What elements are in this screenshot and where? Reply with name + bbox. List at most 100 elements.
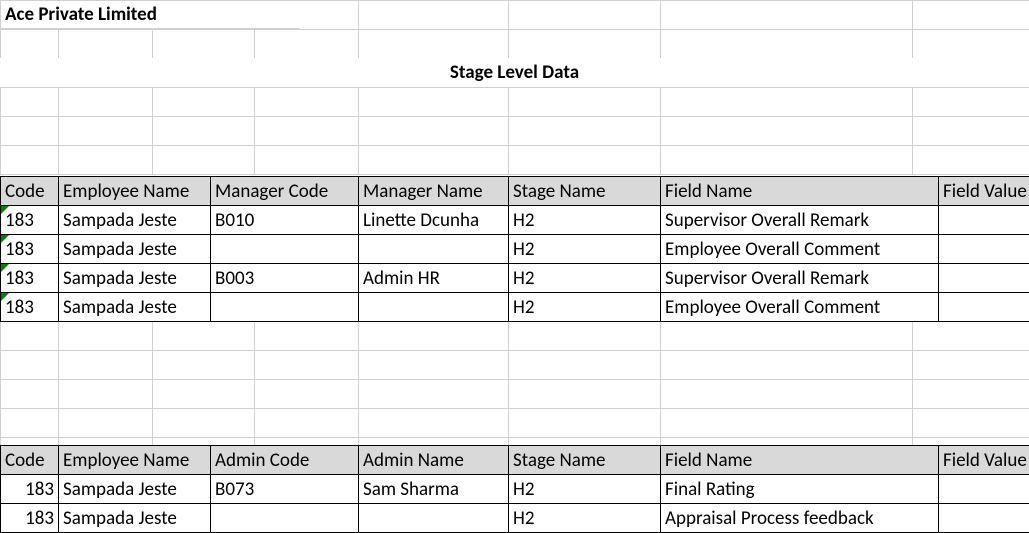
t2-r1-emp: Sampada Jeste <box>58 503 211 533</box>
t2-r0-fname: Final Rating <box>660 474 939 504</box>
t1-r0-fname: Supervisor Overall Remark <box>660 205 939 235</box>
grid-cell <box>254 379 359 409</box>
t1-r1-fname: Employee Overall Comment <box>660 234 939 264</box>
t1-header-3: Manager Name <box>358 176 509 206</box>
grid-cell <box>152 29 255 59</box>
grid-cell <box>912 29 1029 59</box>
grid-cell <box>58 29 153 59</box>
t2-header-2: Admin Code <box>210 445 359 475</box>
t1-r0-code: 183 <box>0 205 59 235</box>
t2-r1-stage: H2 <box>508 503 661 533</box>
grid-cell <box>254 321 359 351</box>
grid-cell <box>912 0 1029 30</box>
t2-r1-code: 183 <box>0 503 59 533</box>
grid-cell <box>660 408 913 438</box>
t2-header-6: Field Value <box>938 445 1029 475</box>
grid-cell <box>912 408 1029 438</box>
t1-r1-stage: H2 <box>508 234 661 264</box>
t1-r3-fval <box>938 292 1029 322</box>
t1-r1-emp: Sampada Jeste <box>58 234 211 264</box>
grid-cell <box>254 350 359 380</box>
grid-cell <box>254 116 359 146</box>
grid-cell <box>358 321 509 351</box>
t1-r3-mcode <box>210 292 359 322</box>
grid-cell <box>912 145 1029 175</box>
grid-cell <box>660 87 913 117</box>
grid-cell <box>0 379 59 409</box>
grid-cell <box>254 87 359 117</box>
grid-cell <box>152 116 255 146</box>
grid-cell <box>508 379 661 409</box>
grid-cell <box>0 408 59 438</box>
grid-cell <box>912 87 1029 117</box>
t1-r2-emp: Sampada Jeste <box>58 263 211 293</box>
grid-cell <box>152 145 255 175</box>
grid-cell <box>912 116 1029 146</box>
t2-header-1: Employee Name <box>58 445 211 475</box>
t1-r0-emp: Sampada Jeste <box>58 205 211 235</box>
t1-r3-fname: Employee Overall Comment <box>660 292 939 322</box>
grid-cell <box>508 29 661 59</box>
t1-header-1: Employee Name <box>58 176 211 206</box>
grid-cell <box>660 321 913 351</box>
t2-r0-acode: B073 <box>210 474 359 504</box>
t2-r0-emp: Sampada Jeste <box>58 474 211 504</box>
t1-r3-mname <box>358 292 509 322</box>
t2-header-0: Code <box>0 445 59 475</box>
grid-cell <box>358 379 509 409</box>
t1-r3-emp: Sampada Jeste <box>58 292 211 322</box>
t1-r3-code: 183 <box>0 292 59 322</box>
t1-r2-mname: Admin HR <box>358 263 509 293</box>
t1-r3-stage: H2 <box>508 292 661 322</box>
grid-cell <box>358 29 509 59</box>
grid-cell <box>152 321 255 351</box>
grid-cell <box>660 350 913 380</box>
grid-cell <box>0 145 59 175</box>
grid-cell <box>0 87 59 117</box>
t2-r0-code: 183 <box>0 474 59 504</box>
grid-cell <box>254 408 359 438</box>
grid-cell <box>0 29 59 59</box>
t1-r0-mcode: B010 <box>210 205 359 235</box>
t2-r1-fname: Appraisal Process feedback <box>660 503 939 533</box>
t1-header-0: Code <box>0 176 59 206</box>
t1-header-4: Stage Name <box>508 176 661 206</box>
grid-cell <box>152 87 255 117</box>
t1-header-5: Field Name <box>660 176 939 206</box>
grid-cell <box>0 350 59 380</box>
grid-cell <box>508 408 661 438</box>
t1-r1-mcode <box>210 234 359 264</box>
t1-header-2: Manager Code <box>210 176 359 206</box>
grid-cell <box>152 408 255 438</box>
grid-cell <box>912 321 1029 351</box>
grid-cell <box>660 116 913 146</box>
grid-cell <box>912 350 1029 380</box>
t2-r1-fval <box>938 503 1029 533</box>
t1-r1-code: 183 <box>0 234 59 264</box>
grid-cell <box>660 0 913 30</box>
t1-r0-stage: H2 <box>508 205 661 235</box>
t1-r2-fval <box>938 263 1029 293</box>
grid-cell <box>358 350 509 380</box>
grid-cell <box>0 321 59 351</box>
t1-r1-mname <box>358 234 509 264</box>
grid-cell <box>660 379 913 409</box>
grid-cell <box>358 87 509 117</box>
grid-cell <box>58 87 153 117</box>
grid-cell <box>358 408 509 438</box>
t1-r2-code: 183 <box>0 263 59 293</box>
t2-header-3: Admin Name <box>358 445 509 475</box>
grid-cell <box>58 145 153 175</box>
grid-cell <box>58 116 153 146</box>
t1-r2-fname: Supervisor Overall Remark <box>660 263 939 293</box>
grid-cell <box>508 116 661 146</box>
grid-cell <box>358 145 509 175</box>
grid-cell <box>508 145 661 175</box>
t2-r0-fval <box>938 474 1029 504</box>
t2-r0-stage: H2 <box>508 474 661 504</box>
grid-cell <box>152 379 255 409</box>
t1-r2-mcode: B003 <box>210 263 359 293</box>
company-name: Ace Private Limited <box>0 0 300 29</box>
grid-cell <box>508 87 661 117</box>
grid-cell <box>358 116 509 146</box>
